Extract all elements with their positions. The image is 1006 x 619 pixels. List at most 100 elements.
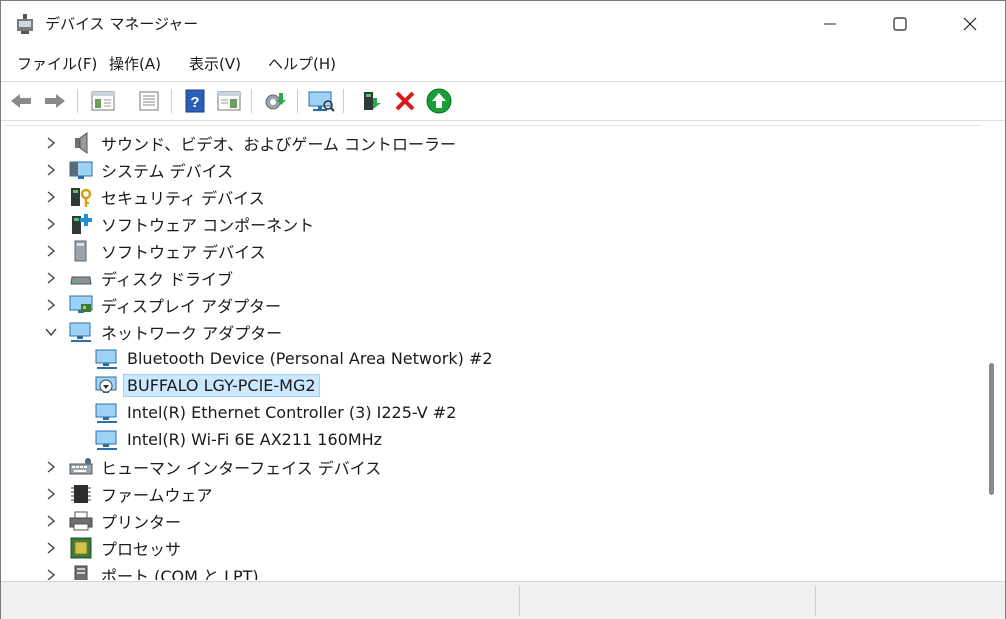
properties-icon[interactable]: [135, 88, 163, 114]
toolbar-separator: [343, 89, 344, 113]
menu-bar: ファイル(F) 操作(A) 表示(V) ヘルプ(H): [1, 47, 1005, 82]
toolbar-separator: [171, 89, 172, 113]
network-adapter-icon: [69, 321, 93, 343]
forward-icon[interactable]: [41, 88, 69, 114]
tree-child-bluetooth-pan[interactable]: Bluetooth Device (Personal Area Network)…: [95, 345, 493, 372]
chevron-down-icon[interactable]: [43, 324, 59, 340]
menu-file[interactable]: ファイル(F): [15, 53, 99, 75]
network-adapter-disabled-icon: [95, 375, 119, 397]
status-segment-1: [1, 586, 520, 616]
tree-item-label: プリンター: [101, 512, 182, 532]
scrollbar-thumb[interactable]: [989, 363, 994, 495]
hid-icon: [69, 456, 93, 478]
system-device-icon: [69, 159, 93, 181]
close-button[interactable]: [935, 1, 1005, 47]
software-component-icon: [69, 213, 93, 235]
title-bar: デバイス マネージャー: [1, 1, 1005, 47]
toolbar-separator: [297, 89, 298, 113]
chevron-right-icon[interactable]: [43, 459, 59, 475]
tree-item-label: ソフトウェア デバイス: [101, 242, 266, 262]
tree-item-label: サウンド、ビデオ、およびゲーム コントローラー: [101, 134, 457, 154]
chevron-right-icon[interactable]: [43, 189, 59, 205]
device-manager-app-icon: [15, 13, 35, 35]
tree-item-software-components[interactable]: ソフトウェア コンポーネント: [43, 210, 314, 237]
speaker-icon: [69, 131, 93, 154]
chevron-right-icon[interactable]: [43, 540, 59, 556]
tree-item-label: ディスプレイ アダプター: [101, 296, 281, 316]
tree-item-system-devices[interactable]: システム デバイス: [43, 156, 233, 183]
chevron-right-icon[interactable]: [43, 513, 59, 529]
firmware-icon: [69, 483, 93, 505]
svg-text:?: ?: [190, 94, 199, 111]
view-icon[interactable]: [215, 88, 243, 114]
tree-item-label: Intel(R) Wi-Fi 6E AX211 160MHz: [127, 430, 383, 449]
tree-item-processors[interactable]: プロセッサ: [43, 534, 181, 561]
network-adapter-icon: [95, 402, 119, 424]
chevron-right-icon[interactable]: [43, 297, 59, 313]
tree-item-firmware[interactable]: ファームウェア: [43, 480, 213, 507]
network-adapter-icon: [95, 429, 119, 451]
tree-item-software-devices[interactable]: ソフトウェア デバイス: [43, 237, 266, 264]
tree-item-label: ヒューマン インターフェイス デバイス: [101, 458, 382, 478]
network-adapter-icon: [95, 348, 119, 370]
chevron-right-icon[interactable]: [43, 270, 59, 286]
tree-child-buffalo-selected[interactable]: BUFFALO LGY-PCIE-MG2: [95, 372, 320, 399]
display-adapter-icon: [69, 294, 93, 316]
tree-item-security-devices[interactable]: セキュリティ デバイス: [43, 183, 265, 210]
chevron-right-icon[interactable]: [43, 486, 59, 502]
tree-item-sound[interactable]: サウンド、ビデオ、およびゲーム コントローラー: [43, 129, 456, 156]
tree-item-network-adapters[interactable]: ネットワーク アダプター: [43, 318, 282, 345]
window-title: デバイス マネージャー: [45, 15, 199, 33]
back-icon[interactable]: [7, 88, 35, 114]
menu-view[interactable]: 表示(V): [187, 53, 243, 75]
disk-drive-icon: [69, 267, 93, 289]
show-hide-tree-icon[interactable]: [89, 88, 117, 114]
tree-child-intel-wifi[interactable]: Intel(R) Wi-Fi 6E AX211 160MHz: [95, 426, 382, 453]
status-segment-2: [520, 586, 816, 616]
processor-icon: [69, 537, 93, 559]
tree-item-display-adapters[interactable]: ディスプレイ アダプター: [43, 291, 281, 318]
uninstall-icon[interactable]: [391, 88, 419, 114]
status-bar: [1, 581, 1005, 619]
help-icon[interactable]: ?: [181, 88, 209, 114]
menu-action[interactable]: 操作(A): [107, 53, 163, 75]
tree-item-label: プロセッサ: [101, 539, 182, 559]
tree-item-label: ソフトウェア コンポーネント: [101, 215, 315, 235]
tree-item-label: ネットワーク アダプター: [101, 323, 283, 343]
tree-item-hid[interactable]: ヒューマン インターフェイス デバイス: [43, 453, 381, 480]
chevron-right-icon[interactable]: [43, 216, 59, 232]
tree-item-label: システム デバイス: [101, 161, 234, 181]
scan-hardware-icon[interactable]: [307, 88, 335, 114]
toolbar-separator: [251, 89, 252, 113]
chevron-right-icon[interactable]: [43, 135, 59, 151]
tree-item-label: Intel(R) Ethernet Controller (3) I225-V …: [127, 403, 457, 422]
tree-item-label: セキュリティ デバイス: [101, 188, 265, 208]
software-device-icon: [69, 240, 93, 262]
enable-device-icon[interactable]: [357, 88, 385, 114]
tree-item-label: Bluetooth Device (Personal Area Network)…: [127, 349, 493, 368]
tree-item-label: ファームウェア: [101, 485, 213, 505]
vertical-scrollbar[interactable]: [981, 125, 1003, 579]
update-icon[interactable]: [425, 88, 453, 114]
minimize-button[interactable]: [795, 1, 865, 47]
maximize-button[interactable]: [865, 1, 935, 47]
chevron-right-icon[interactable]: [43, 243, 59, 259]
tree-child-intel-ethernet[interactable]: Intel(R) Ethernet Controller (3) I225-V …: [95, 399, 456, 426]
tree-item-label: BUFFALO LGY-PCIE-MG2: [123, 374, 320, 397]
tree-item-label: ポート (COM と LPT): [101, 566, 259, 581]
update-driver-icon[interactable]: [261, 88, 289, 114]
security-key-icon: [69, 186, 93, 208]
tree-item-label: ディスク ドライブ: [101, 269, 233, 289]
printer-icon: [69, 510, 93, 532]
tree-item-ports[interactable]: ポート (COM と LPT): [43, 561, 259, 580]
chevron-right-icon[interactable]: [43, 567, 59, 580]
device-manager-window: デバイス マネージャー ファイル(F) 操作(A) 表示(V) ヘルプ(H) ?…: [0, 0, 1006, 619]
toolbar-separator: [77, 89, 78, 113]
port-icon: [69, 564, 93, 580]
toolbar: ?: [1, 82, 1005, 121]
chevron-right-icon[interactable]: [43, 162, 59, 178]
menu-help[interactable]: ヘルプ(H): [266, 53, 338, 75]
device-tree[interactable]: サウンド、ビデオ、およびゲーム コントローラー システム デバイス セキュリティ…: [5, 125, 980, 580]
tree-item-disk-drives[interactable]: ディスク ドライブ: [43, 264, 233, 291]
tree-item-printers[interactable]: プリンター: [43, 507, 181, 534]
